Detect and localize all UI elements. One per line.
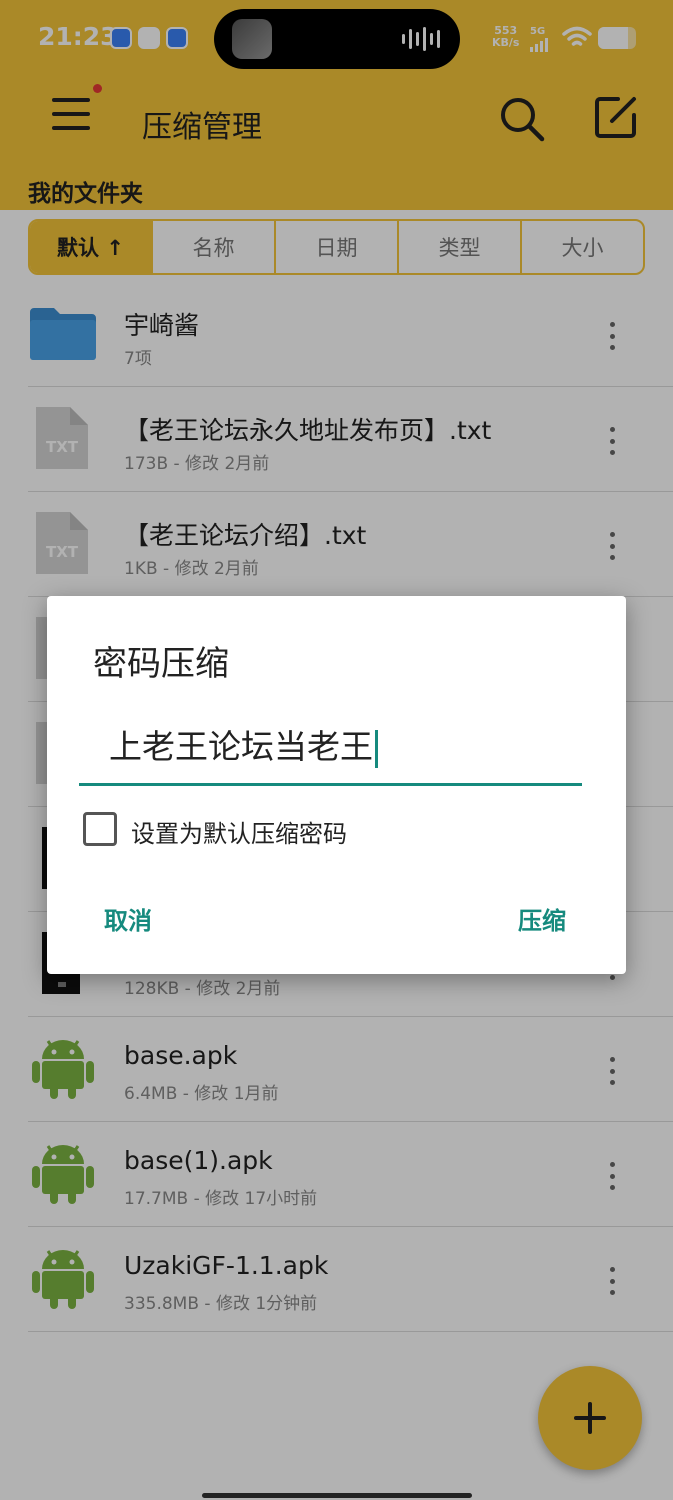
password-input-value: 上老王论坛当老王: [109, 720, 378, 768]
password-text: 上老王论坛当老王: [109, 727, 373, 766]
default-password-label[interactable]: 设置为默认压缩密码: [131, 814, 347, 849]
dialog-title: 密码压缩: [93, 644, 229, 684]
compress-button[interactable]: 压缩: [518, 901, 566, 936]
password-input[interactable]: 上老王论坛当老王: [79, 706, 582, 786]
cancel-button[interactable]: 取消: [104, 901, 152, 936]
default-password-checkbox[interactable]: [83, 812, 117, 846]
text-caret: [375, 729, 378, 768]
password-compress-dialog: 密码压缩 上老王论坛当老王 设置为默认压缩密码 取消 压缩: [47, 596, 626, 974]
